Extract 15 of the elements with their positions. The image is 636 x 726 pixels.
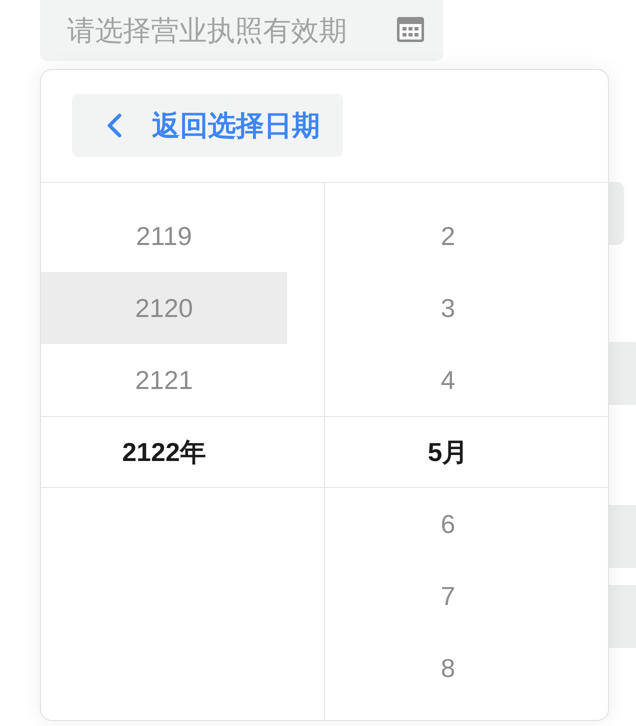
picker-option[interactable]: 3 <box>325 272 571 344</box>
date-field[interactable]: 请选择营业执照有效期 <box>40 0 443 61</box>
picker-option[interactable]: 8 <box>325 632 571 704</box>
picker-option[interactable]: 2121 <box>41 344 287 416</box>
chevron-left-icon <box>106 113 123 138</box>
back-button[interactable]: 返回选择日期 <box>72 94 343 157</box>
picker-option[interactable]: 7 <box>325 560 571 632</box>
picker-option[interactable]: 4 <box>325 344 571 416</box>
calendar-icon[interactable] <box>397 17 424 42</box>
picker-option[interactable]: 2122年 <box>41 416 324 488</box>
picker-option[interactable]: 2 <box>325 200 571 272</box>
picker-option[interactable]: 2119 <box>41 200 287 272</box>
picker-option[interactable]: 5月 <box>325 416 608 488</box>
picker-option[interactable]: 6 <box>325 488 571 560</box>
picker-option[interactable]: 2120 <box>41 272 287 344</box>
